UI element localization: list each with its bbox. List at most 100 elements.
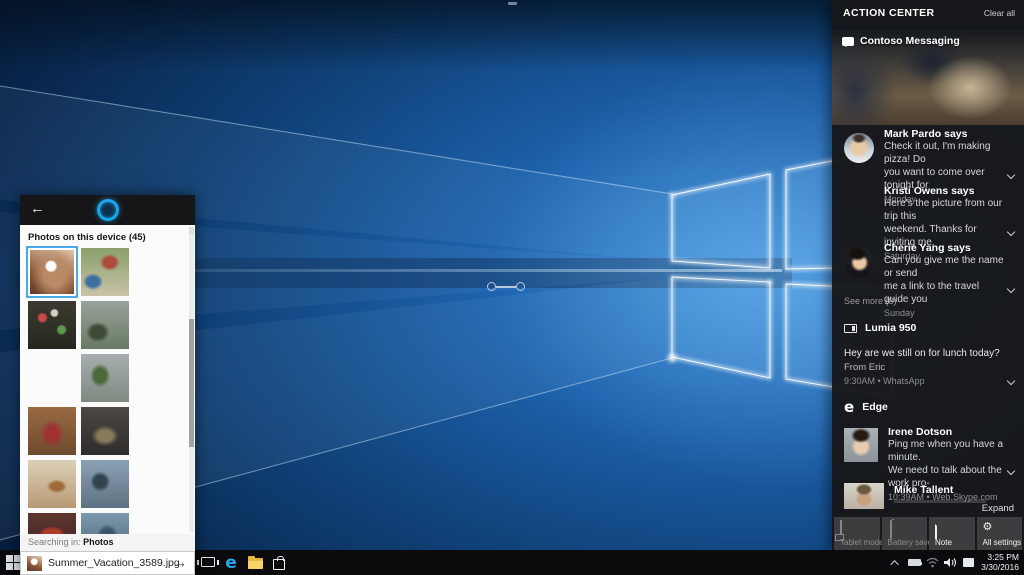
avatar: [844, 483, 884, 509]
submit-arrow-icon[interactable]: →: [174, 555, 187, 570]
notification-time: Sunday: [884, 308, 915, 318]
chevron-down-icon[interactable]: [1006, 376, 1016, 386]
notification-sender: Mark Pardo says: [884, 128, 968, 140]
edge-group-label: Edge: [862, 401, 888, 413]
photo-thumbnail[interactable]: [28, 407, 76, 455]
taskbar-clock[interactable]: 3:25 PM 3/30/2016: [981, 552, 1019, 572]
quick-action-battery-saver[interactable]: Battery saver: [881, 517, 935, 550]
contoso-group-header[interactable]: Contoso Messaging: [842, 35, 960, 47]
chevron-down-icon[interactable]: [1006, 227, 1016, 237]
lumia-group-header[interactable]: Lumia 950: [844, 322, 916, 334]
system-tray: 3:25 PM 3/30/2016: [888, 550, 1024, 575]
quick-action-note[interactable]: Note: [929, 517, 975, 550]
lumia-group-label: Lumia 950: [865, 322, 917, 334]
edge-icon: e: [844, 398, 855, 416]
action-center-tray-icon[interactable]: [960, 550, 976, 575]
chevron-down-icon[interactable]: [1006, 284, 1016, 294]
scrollbar-thumb[interactable]: [189, 318, 194, 447]
clear-all-button[interactable]: Clear all: [984, 8, 1015, 18]
notification-meta: 9:30AM • WhatsApp: [844, 376, 925, 386]
photo-thumbnail[interactable]: [81, 301, 129, 349]
notification-mark-pardo[interactable]: Mark Pardo says Check it out, I'm making…: [832, 128, 1024, 204]
battery-saver-icon: [888, 520, 900, 539]
search-input-value: Summer_Vacation_3589.jpg: [48, 557, 180, 569]
search-input[interactable]: Summer_Vacation_3589.jpg →: [20, 551, 195, 575]
photo-thumbnail[interactable]: [81, 460, 129, 508]
note-icon: [935, 520, 947, 539]
scrubber-bar: [496, 286, 516, 288]
store-icon[interactable]: [270, 554, 288, 571]
cortana-icon[interactable]: [96, 199, 119, 221]
start-button[interactable]: [6, 555, 21, 570]
notification-text: Can you give me the name or send: [884, 255, 1004, 279]
action-center-title: ACTION CENTER: [843, 7, 935, 19]
clock-date: 3/30/2016: [981, 561, 1019, 572]
notification-sender: Mike Tallent: [894, 484, 954, 496]
avatar: [844, 428, 878, 462]
notification-irene-dotson[interactable]: Irene Dotson Ping me when you have a min…: [832, 426, 1024, 502]
gear-icon: ⚙: [982, 521, 993, 533]
photo-thumbnail[interactable]: [81, 513, 129, 534]
contoso-messaging-hero-image[interactable]: Contoso Messaging: [832, 27, 1024, 125]
scrollbar[interactable]: [189, 227, 194, 532]
message-icon: [842, 36, 854, 47]
edge-taskbar-icon[interactable]: e: [222, 553, 240, 573]
photo-grid-device: [20, 246, 188, 534]
cortana-panel-header: ←: [20, 195, 195, 225]
notification-text: Check it out, I'm making pizza! Do: [884, 141, 991, 165]
notification-sender: From Eric: [844, 362, 886, 373]
notification-sender: Irene Dotson: [888, 426, 953, 438]
link-cursor-widget: [487, 281, 525, 293]
photo-thumbnail[interactable]: [28, 354, 76, 402]
search-results-area: Photos on this device (45) Photos on One…: [20, 225, 195, 534]
section-photos-device: Photos on this device (45): [28, 232, 146, 243]
see-more-link[interactable]: See more (8): [844, 296, 897, 306]
searching-in-label: Searching in:: [28, 537, 81, 547]
chevron-down-icon[interactable]: [1006, 466, 1016, 476]
truncated-text: [894, 500, 986, 503]
notification-text: Here's the picture from our trip this: [884, 198, 1003, 222]
scrubber-dot-left: [487, 282, 496, 291]
avatar: [844, 247, 874, 277]
notification-text: Hey are we still on for lunch today?: [844, 348, 1000, 359]
tablet-mode-icon: [840, 520, 852, 539]
file-explorer-icon[interactable]: [246, 554, 264, 571]
action-center-header: ACTION CENTER Clear all: [832, 0, 1024, 27]
wifi-icon[interactable]: [924, 550, 940, 575]
photo-thumbnail[interactable]: [81, 407, 129, 455]
notification-sender: Kristi Owens says: [884, 185, 975, 197]
scrubber-dot-right: [516, 282, 525, 291]
notification-cherie-yang[interactable]: Cherie Yang says Can you give me the nam…: [832, 242, 1024, 318]
battery-icon[interactable]: [906, 550, 923, 575]
notification-text: me a link to the travel guide you: [884, 281, 980, 305]
notification-sender: Cherie Yang says: [884, 242, 971, 254]
photo-thumbnail[interactable]: [81, 354, 129, 402]
searching-in-value[interactable]: Photos: [83, 537, 114, 547]
speaker-icon[interactable]: [942, 550, 958, 575]
quick-action-all-settings[interactable]: ⚙ All settings: [976, 517, 1022, 550]
action-center-panel: ACTION CENTER Clear all Contoso Messagin…: [832, 0, 1024, 551]
cortana-search-panel: ← Photos on this device (45) Photos on O…: [20, 195, 195, 575]
photo-thumbnail[interactable]: [28, 513, 76, 534]
notification-text: Ping me when you have a minute.: [888, 439, 1004, 463]
photo-thumbnail[interactable]: [28, 301, 76, 349]
back-arrow-icon[interactable]: ←: [30, 200, 45, 217]
phone-icon: [844, 323, 857, 333]
photo-thumbnail-selected[interactable]: [26, 246, 78, 298]
quick-actions-row: Tablet mode Battery saver Note ⚙ All set…: [834, 517, 1022, 550]
photo-thumbnail[interactable]: [28, 460, 76, 508]
tray-chevron-up-icon[interactable]: [888, 550, 904, 575]
desktop: ACTION CENTER Clear all Contoso Messagin…: [0, 0, 1024, 575]
contoso-group-label: Contoso Messaging: [860, 35, 960, 47]
search-thumbnail-icon: [27, 555, 42, 571]
avatar: [844, 133, 874, 163]
scrollbar-up-arrow[interactable]: [189, 227, 194, 234]
searching-in-row: Searching in: Photos: [20, 534, 195, 551]
edge-group-header[interactable]: e Edge: [844, 398, 888, 416]
quick-action-tablet-mode[interactable]: Tablet mode: [834, 517, 884, 550]
chevron-down-icon[interactable]: [1006, 170, 1016, 180]
expand-link[interactable]: Expand: [982, 503, 1014, 514]
notification-kristi-owens[interactable]: Kristi Owens says Here's the picture fro…: [832, 185, 1024, 261]
photo-thumbnail[interactable]: [81, 248, 129, 296]
task-view-button[interactable]: [197, 557, 219, 567]
